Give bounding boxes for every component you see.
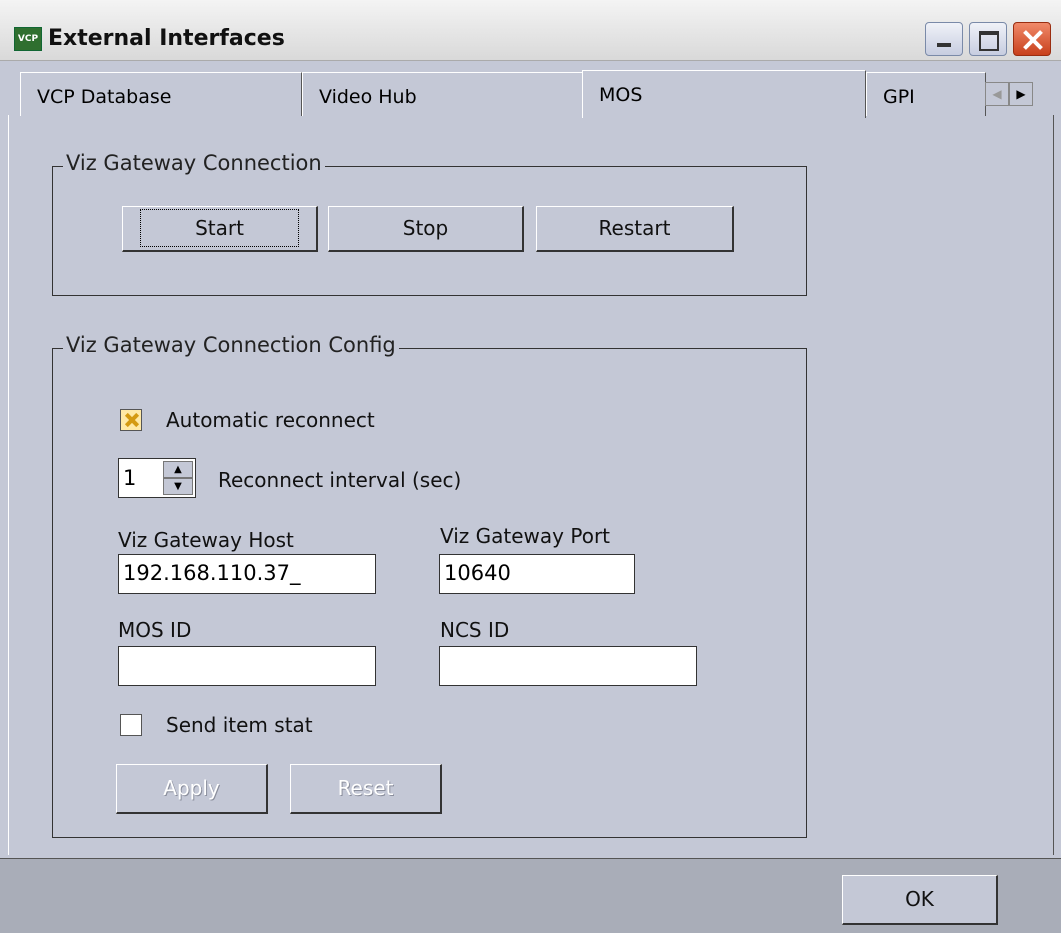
tab-label: MOS xyxy=(599,84,643,106)
mos-id-input[interactable] xyxy=(118,646,376,686)
host-input[interactable]: 192.168.110.37_ xyxy=(118,554,376,594)
tab-vcp-database[interactable]: VCP Database xyxy=(20,72,302,116)
reset-button[interactable]: Reset xyxy=(290,764,442,814)
ncs-id-input[interactable] xyxy=(439,646,697,686)
tab-scroll-left-icon[interactable]: ◀ xyxy=(985,82,1009,106)
send-item-stat-checkbox[interactable] xyxy=(120,714,142,736)
vcp-app-icon: VCP xyxy=(14,27,42,51)
ncs-id-label: NCS ID xyxy=(440,618,510,642)
port-label: Viz Gateway Port xyxy=(440,524,611,548)
reconnect-interval-label: Reconnect interval (sec) xyxy=(218,468,462,492)
tab-mos[interactable]: MOS xyxy=(582,70,866,118)
group-legend: Viz Gateway Connection Config xyxy=(63,333,399,357)
dialog-footer: OK xyxy=(0,858,1061,933)
apply-button[interactable]: Apply xyxy=(116,764,268,814)
external-interfaces-window: VCP External Interfaces VCP Database Vid… xyxy=(0,0,1061,933)
spin-up-icon[interactable]: ▲ xyxy=(163,461,193,478)
tab-label: GPI xyxy=(883,86,915,108)
host-label: Viz Gateway Host xyxy=(118,528,294,552)
auto-reconnect-label: Automatic reconnect xyxy=(166,408,375,432)
tab-strip: VCP Database Video Hub MOS GPI ◀ ▶ xyxy=(0,70,1061,118)
spin-down-icon[interactable]: ▼ xyxy=(163,478,193,495)
window-title: External Interfaces xyxy=(48,26,285,51)
auto-reconnect-checkbox[interactable] xyxy=(120,409,142,431)
reconnect-interval-value: 1 xyxy=(123,466,137,490)
maximize-button[interactable] xyxy=(969,22,1007,56)
close-button[interactable] xyxy=(1013,22,1051,56)
send-item-stat-label: Send item stat xyxy=(166,713,313,737)
ok-button[interactable]: OK xyxy=(842,875,998,925)
stop-button[interactable]: Stop xyxy=(328,206,524,252)
title-bar[interactable]: VCP External Interfaces xyxy=(0,0,1061,61)
tab-scroll-right-icon[interactable]: ▶ xyxy=(1009,82,1033,106)
start-button[interactable]: Start xyxy=(122,206,318,252)
tab-label: Video Hub xyxy=(319,86,417,108)
reconnect-interval-stepper[interactable]: 1 ▲ ▼ xyxy=(118,458,196,498)
group-legend: Viz Gateway Connection xyxy=(63,151,325,175)
tab-video-hub[interactable]: Video Hub xyxy=(302,72,584,116)
restart-button[interactable]: Restart xyxy=(536,206,734,252)
tab-gpi[interactable]: GPI xyxy=(866,72,986,116)
tab-scroll-buttons: ◀ ▶ xyxy=(985,82,1033,108)
tab-label: VCP Database xyxy=(37,86,172,108)
minimize-button[interactable] xyxy=(925,22,963,56)
port-input[interactable]: 10640 xyxy=(439,554,635,594)
mos-id-label: MOS ID xyxy=(118,618,192,642)
